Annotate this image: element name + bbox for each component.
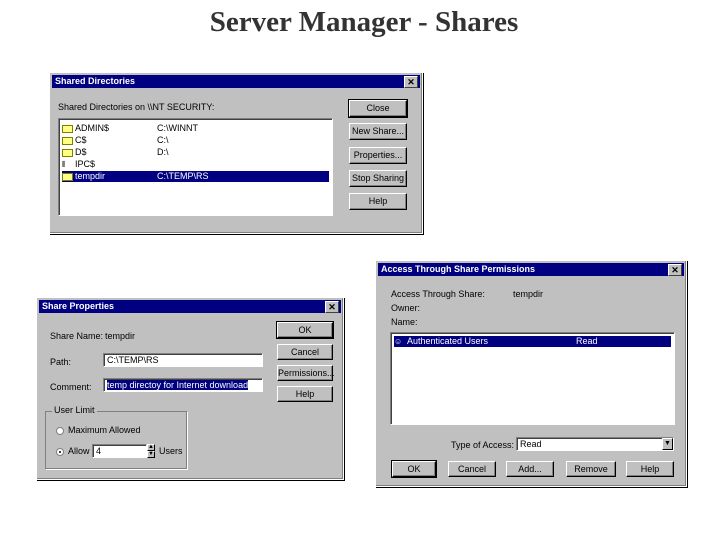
comment-field[interactable]: temp directoy for Internet download: [103, 378, 263, 392]
cancel-button[interactable]: Cancel: [277, 344, 333, 360]
shared-directories-titlebar: Shared Directories ✕: [52, 75, 420, 88]
permissions-list[interactable]: ☺ Authenticated Users Read: [390, 332, 675, 425]
share-properties-titlebar: Share Properties ✕: [39, 300, 341, 313]
ok-button[interactable]: OK: [276, 321, 334, 339]
allow-users-input[interactable]: 4: [92, 444, 147, 458]
shared-folder-icon: [62, 124, 73, 133]
list-item[interactable]: tempdir C:\TEMP\RS: [62, 171, 329, 182]
new-share-button[interactable]: New Share...: [349, 123, 407, 140]
share-name: tempdir: [75, 171, 106, 181]
ok-button[interactable]: OK: [391, 460, 437, 478]
share-path: C:\TEMP\RS: [157, 171, 209, 181]
share-permissions-title: Access Through Share Permissions: [381, 264, 536, 274]
name-label: Name:: [391, 317, 418, 327]
properties-button[interactable]: Properties...: [349, 147, 407, 164]
pipe-icon: ⦀: [62, 159, 66, 169]
share-name: ADMIN$: [75, 123, 110, 133]
share-name-label: Share Name:: [50, 331, 104, 341]
type-of-access-label: Type of Access:: [451, 440, 515, 450]
spinner-down-icon[interactable]: ▼: [147, 451, 155, 458]
share-permissions-dialog: Access Through Share Permissions ✕ Acces…: [375, 260, 687, 487]
user-limit-label: User Limit: [52, 405, 97, 415]
shared-folder-icon: [62, 172, 73, 181]
maximum-allowed-radio[interactable]: [56, 427, 64, 435]
list-item[interactable]: ADMIN$ C:\WINNT: [62, 123, 329, 134]
shared-directories-dialog: Shared Directories ✕ Shared Directories …: [49, 72, 423, 234]
owner-label: Owner:: [391, 303, 421, 313]
share-properties-dialog: Share Properties ✕ Share Name: tempdir P…: [36, 297, 344, 480]
path-field[interactable]: C:\TEMP\RS: [103, 353, 263, 367]
chevron-down-icon[interactable]: ▼: [662, 438, 673, 450]
close-icon[interactable]: ✕: [325, 301, 339, 313]
permissions-button[interactable]: Permissions...: [277, 365, 335, 381]
shared-directories-list[interactable]: ADMIN$ C:\WINNT C$ C:\ D$ D:\ ⦀ IPC$ tempdir…: [58, 118, 333, 216]
users-label: Users: [159, 446, 183, 456]
help-button[interactable]: Help: [277, 386, 333, 402]
share-path: D:\: [157, 147, 169, 157]
share-name: IPC$: [75, 159, 96, 169]
close-icon[interactable]: ✕: [404, 76, 418, 88]
close-icon[interactable]: ✕: [668, 264, 682, 276]
remove-button[interactable]: Remove: [566, 461, 616, 477]
share-name-value: tempdir: [105, 331, 136, 341]
group-icon: ☺: [394, 336, 403, 346]
shared-directories-title: Shared Directories: [55, 76, 136, 86]
share-name: D$: [75, 147, 87, 157]
allow-label: Allow: [68, 446, 90, 456]
help-button[interactable]: Help: [349, 193, 407, 210]
share-path: C:\WINNT: [157, 123, 198, 133]
shared-directories-header: Shared Directories on \\NT SECURITY:: [58, 102, 215, 112]
list-item[interactable]: ⦀ IPC$: [62, 159, 329, 170]
add-button[interactable]: Add...: [506, 461, 554, 477]
stop-sharing-button[interactable]: Stop Sharing: [349, 170, 407, 187]
slide-title: Server Manager - Shares: [209, 6, 519, 38]
share-path: C:\: [157, 135, 169, 145]
comment-label: Comment:: [50, 382, 92, 392]
comment-field-text: temp directoy for Internet download: [107, 380, 249, 390]
cancel-button[interactable]: Cancel: [448, 461, 496, 477]
permission-access: Read: [576, 336, 598, 346]
allow-radio[interactable]: [56, 448, 64, 456]
path-label: Path:: [50, 357, 72, 367]
list-item[interactable]: D$ D:\: [62, 147, 329, 158]
access-through-share-label: Access Through Share:: [391, 289, 485, 299]
shared-folder-icon: [62, 136, 73, 145]
list-item[interactable]: ☺ Authenticated Users Read: [394, 336, 671, 347]
spinner-up-icon[interactable]: ▲: [147, 444, 155, 451]
access-through-share-value: tempdir: [513, 289, 544, 299]
user-limit-group: [45, 411, 187, 469]
help-button[interactable]: Help: [626, 461, 674, 477]
share-permissions-titlebar: Access Through Share Permissions ✕: [378, 263, 684, 276]
permission-name: Authenticated Users: [407, 336, 489, 346]
list-item[interactable]: C$ C:\: [62, 135, 329, 146]
share-name: C$: [75, 135, 87, 145]
maximum-allowed-label: Maximum Allowed: [68, 425, 141, 435]
type-of-access-value: Read: [520, 439, 542, 449]
type-of-access-select[interactable]: Read: [516, 437, 674, 451]
shared-folder-icon: [62, 148, 73, 157]
close-button[interactable]: Close: [348, 99, 408, 118]
share-properties-title: Share Properties: [42, 301, 115, 311]
